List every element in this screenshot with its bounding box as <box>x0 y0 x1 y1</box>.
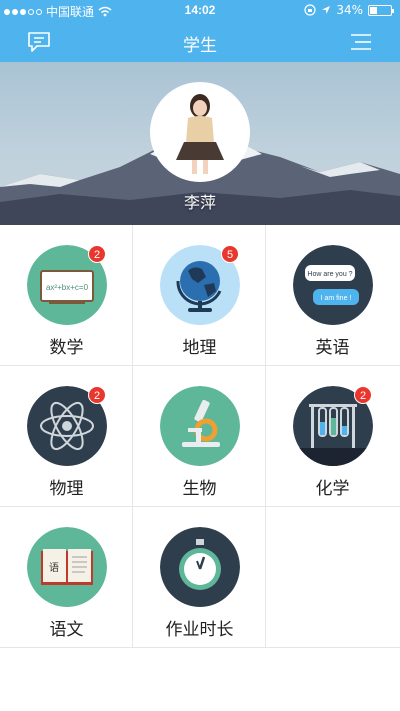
notification-badge: 2 <box>354 386 372 404</box>
subject-label: 化学 <box>315 479 350 499</box>
bubble-text-2: I am fine ! <box>321 295 352 302</box>
menu-icon <box>351 34 371 50</box>
empty-grid-cell <box>266 507 400 648</box>
navigation-bar: 学生 <box>0 22 400 62</box>
avatar[interactable] <box>150 82 250 182</box>
subject-label: 英语 <box>315 338 350 358</box>
orientation-lock-icon <box>304 4 316 16</box>
book-character: 语 <box>49 562 59 574</box>
battery-percent: 34% <box>336 3 363 17</box>
subject-geography[interactable]: 5 地理 <box>133 225 266 366</box>
status-right: 34% <box>304 3 394 17</box>
microscope-icon <box>160 386 240 466</box>
subject-label: 地理 <box>182 338 217 358</box>
notification-badge: 5 <box>221 245 239 263</box>
chat-bubbles-icon: How are you ? I am fine ! <box>293 245 373 325</box>
subject-english[interactable]: How are you ? I am fine ! 英语 <box>266 225 400 366</box>
subject-label: 生物 <box>182 479 217 499</box>
homework-duration[interactable]: 作业时长 <box>133 507 266 648</box>
battery-icon <box>368 4 394 16</box>
book-icon: 语 <box>27 527 107 607</box>
notification-badge: 2 <box>88 245 106 263</box>
status-bar: 中国联通 14:02 34% <box>0 0 400 22</box>
subject-math[interactable]: ax²+bx+c=0 2 数学 <box>0 225 133 366</box>
notification-badge: 2 <box>88 386 106 404</box>
student-photo <box>152 84 248 180</box>
bubble-text-1: How are you ? <box>307 271 352 278</box>
subject-biology[interactable]: 生物 <box>133 366 266 507</box>
page-title: 学生 <box>183 36 217 56</box>
subject-grid: ax²+bx+c=0 2 数学 5 地理 How are you ? I am … <box>0 225 400 650</box>
student-name: 李萍 <box>183 193 216 212</box>
subject-physics[interactable]: 2 物理 <box>0 366 133 507</box>
subject-label: 物理 <box>49 479 84 499</box>
subject-label: 数学 <box>49 338 84 358</box>
subject-chinese[interactable]: 语 语文 <box>0 507 133 648</box>
subject-chemistry[interactable]: 2 化学 <box>266 366 400 507</box>
subject-label: 作业时长 <box>165 620 234 640</box>
menu-button[interactable] <box>346 28 376 56</box>
subject-label: 语文 <box>49 620 84 640</box>
stopwatch-icon <box>160 527 240 607</box>
location-icon <box>322 6 331 14</box>
profile-banner: 李萍 <box>0 62 400 225</box>
equation-text: ax²+bx+c=0 <box>46 283 89 292</box>
